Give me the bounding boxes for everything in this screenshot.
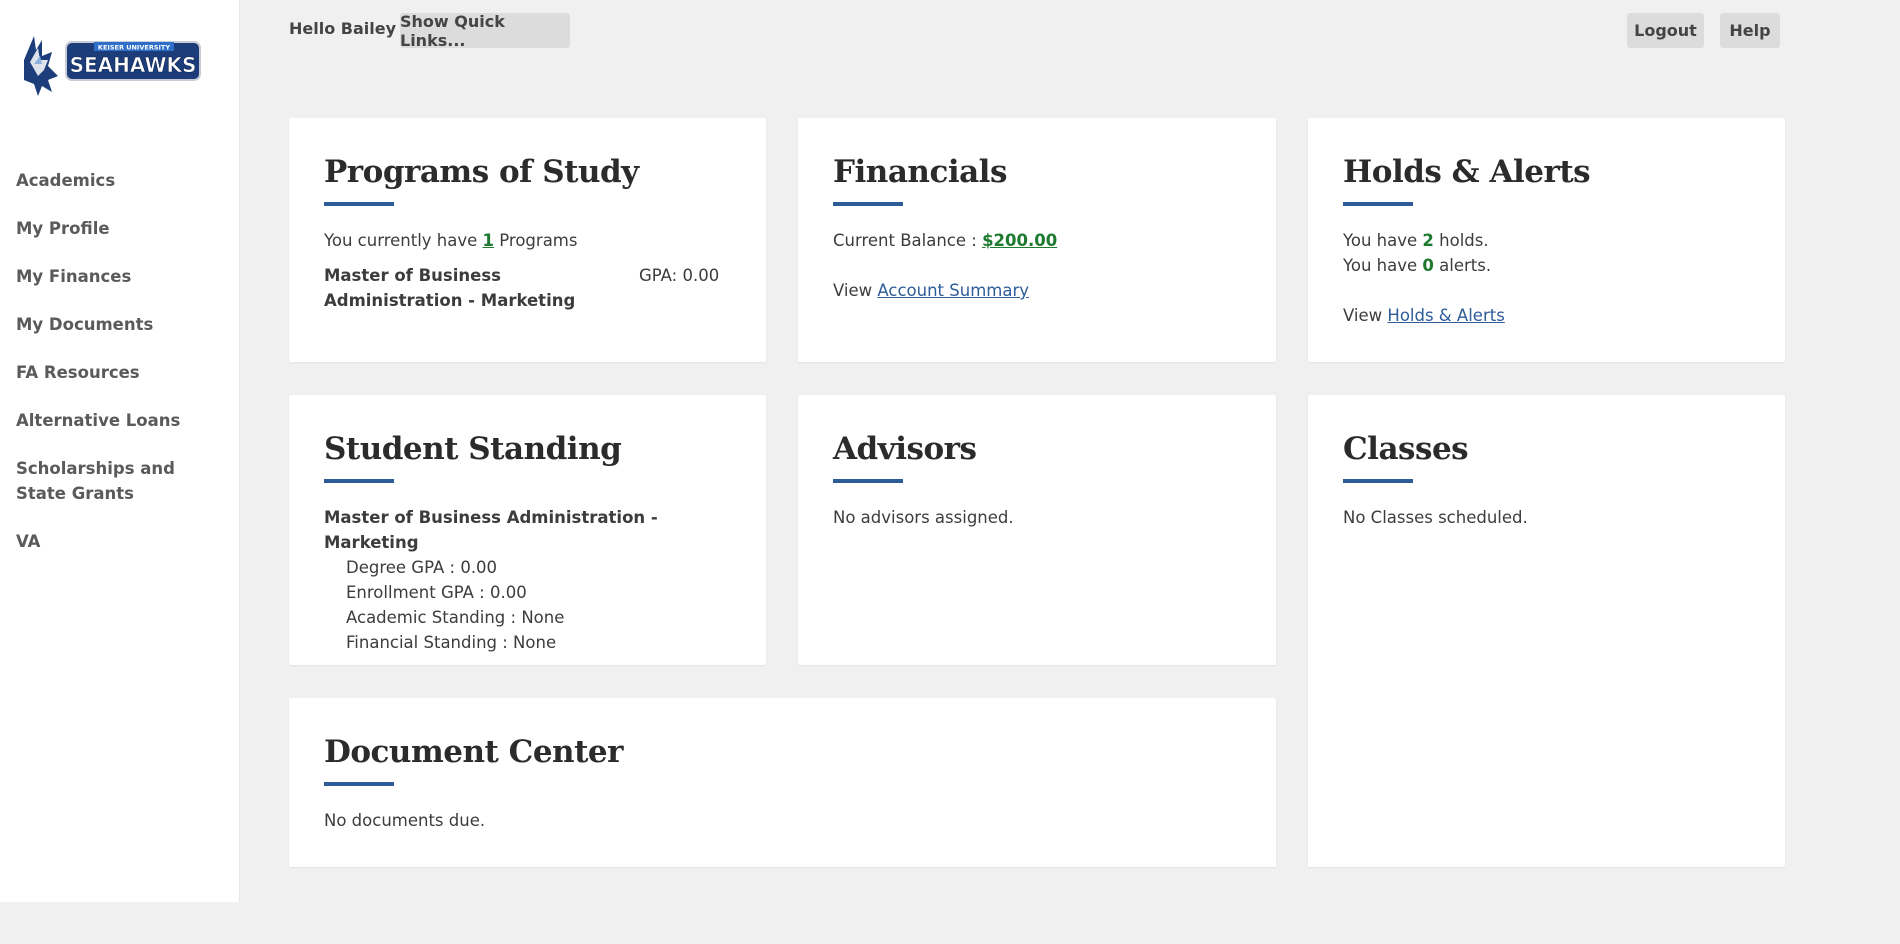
title-underline	[324, 479, 394, 483]
programs-intro: You currently have 1 Programs	[324, 228, 731, 253]
current-balance: Current Balance : $200.00	[833, 228, 1241, 253]
student-standing-card: Student Standing Master of Business Admi…	[289, 395, 766, 665]
documents-message: No documents due.	[324, 811, 486, 830]
title-underline	[1343, 479, 1413, 483]
program-gpa: GPA: 0.00	[639, 266, 720, 285]
financial-standing: Financial Standing : None	[346, 633, 557, 652]
seahawks-logo[interactable]: KEISER UNIVERSITY SEAHAWKS	[18, 30, 204, 98]
advisors-card: Advisors No advisors assigned.	[798, 395, 1276, 665]
help-button[interactable]: Help	[1720, 13, 1780, 48]
sidebar-item-scholarships[interactable]: Scholarships and State Grants	[16, 456, 216, 506]
alerts-count-line: You have 0 alerts.	[1343, 253, 1750, 278]
balance-value-link[interactable]: $200.00	[982, 231, 1057, 250]
view-holds-alerts: View Holds & Alerts	[1343, 303, 1750, 328]
holds-title: Holds & Alerts	[1343, 154, 1591, 190]
svg-text:KEISER UNIVERSITY: KEISER UNIVERSITY	[98, 44, 170, 52]
view-label: View	[833, 281, 878, 300]
title-underline	[833, 202, 903, 206]
alerts-pre: You have	[1343, 256, 1423, 275]
advisors-title: Advisors	[833, 431, 977, 467]
programs-card: Programs of Study You currently have 1 P…	[289, 118, 766, 362]
svg-text:SEAHAWKS: SEAHAWKS	[70, 53, 197, 77]
program-name: Master of Business Administration - Mark…	[324, 266, 576, 310]
view-account-summary: View Account Summary	[833, 278, 1241, 303]
programs-count-link[interactable]: 1	[483, 231, 494, 250]
classes-message: No Classes scheduled.	[1343, 508, 1528, 527]
sidebar-nav: Academics My Profile My Finances My Docu…	[16, 168, 226, 577]
sidebar-item-academics[interactable]: Academics	[16, 168, 226, 193]
view-label: View	[1343, 306, 1388, 325]
sidebar-item-my-documents[interactable]: My Documents	[16, 312, 226, 337]
sidebar-item-my-finances[interactable]: My Finances	[16, 264, 226, 289]
title-underline	[324, 782, 394, 786]
title-underline	[324, 202, 394, 206]
greeting: Hello Bailey	[289, 19, 397, 38]
standing-program: Master of Business Administration - Mark…	[324, 508, 658, 552]
title-underline	[833, 479, 903, 483]
financials-title: Financials	[833, 154, 1007, 190]
alerts-count: 0	[1422, 256, 1434, 275]
holds-alerts-link[interactable]: Holds & Alerts	[1387, 306, 1504, 325]
title-underline	[1343, 202, 1413, 206]
document-center-card: Document Center No documents due.	[289, 698, 1276, 867]
advisors-message: No advisors assigned.	[833, 508, 1014, 527]
holds-count-line: You have 2 holds.	[1343, 228, 1750, 253]
holds-post: holds.	[1433, 231, 1489, 250]
classes-title: Classes	[1343, 431, 1469, 467]
standing-title: Student Standing	[324, 431, 622, 467]
programs-intro-post: Programs	[494, 231, 578, 250]
sidebar-item-va[interactable]: VA	[16, 529, 226, 554]
sidebar-item-my-profile[interactable]: My Profile	[16, 216, 226, 241]
sidebar-item-fa-resources[interactable]: FA Resources	[16, 360, 226, 385]
holds-alerts-card: Holds & Alerts You have 2 holds. You hav…	[1308, 118, 1785, 362]
show-quick-links-button[interactable]: Show Quick Links...	[400, 12, 570, 50]
sidebar-item-alternative-loans[interactable]: Alternative Loans	[16, 408, 226, 433]
classes-card: Classes No Classes scheduled.	[1308, 395, 1785, 867]
financials-card: Financials Current Balance : $200.00 Vie…	[798, 118, 1276, 362]
alerts-post: alerts.	[1433, 256, 1492, 275]
programs-intro-pre: You currently have	[324, 231, 483, 250]
enrollment-gpa: Enrollment GPA : 0.00	[346, 583, 527, 602]
balance-label: Current Balance :	[833, 231, 983, 250]
sidebar: KEISER UNIVERSITY SEAHAWKS Academics My …	[0, 0, 240, 902]
account-summary-link[interactable]: Account Summary	[877, 281, 1029, 300]
program-row: Master of Business Administration - Mark…	[324, 263, 731, 313]
degree-gpa: Degree GPA : 0.00	[346, 558, 498, 577]
holds-pre: You have	[1343, 231, 1423, 250]
documents-title: Document Center	[324, 734, 623, 770]
holds-count: 2	[1422, 231, 1434, 250]
academic-standing: Academic Standing : None	[346, 608, 565, 627]
logout-button[interactable]: Logout	[1627, 13, 1704, 48]
programs-title: Programs of Study	[324, 154, 639, 190]
